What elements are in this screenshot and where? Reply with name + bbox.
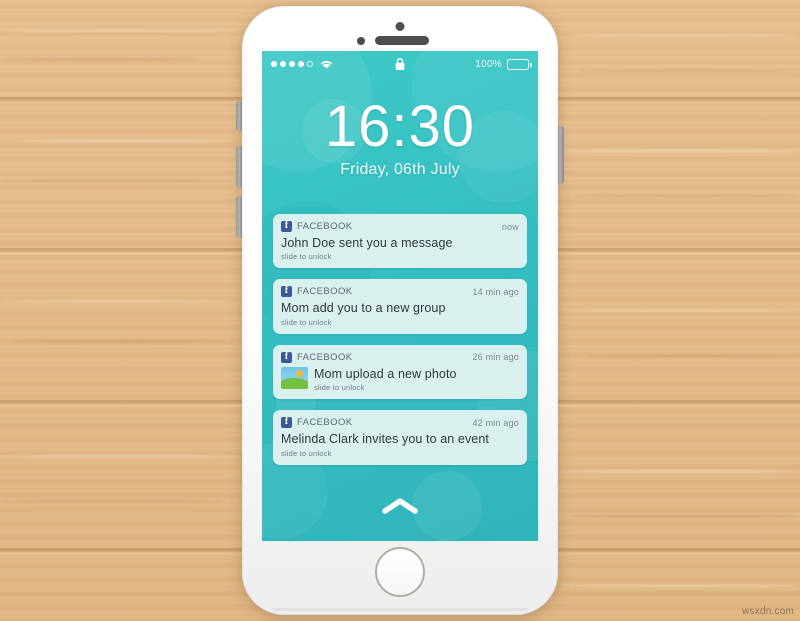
facebook-icon [281,351,292,363]
notification-header: FACEBOOK 14 min ago [281,285,519,298]
notification-body: Mom add you to a new group slide to unlo… [281,301,519,326]
signal-dot [289,61,295,67]
notification-list: FACEBOOK now John Doe sent you a message… [273,214,527,465]
notification-text: Melinda Clark invites you to an event sl… [281,432,489,457]
earpiece-speaker [375,36,429,45]
notification-message: Mom upload a new photo [314,366,457,381]
notification-header: FACEBOOK 42 min ago [281,416,519,429]
wood-grain [560,150,800,152]
notification-timestamp: 14 min ago [472,286,519,297]
notification-timestamp: 42 min ago [472,417,519,428]
wood-grain [575,195,800,197]
wood-grain [560,310,800,312]
signal-strength-icon [271,61,313,67]
lock-closed-icon [395,57,406,71]
notification-message: John Doe sent you a message [281,236,453,250]
notification-card[interactable]: FACEBOOK now John Doe sent you a message… [273,214,527,269]
signal-dot [271,61,277,67]
wood-grain [0,455,240,457]
status-bar: 100% [262,51,538,77]
notification-text: Mom upload a new photo slide to unlock [314,367,457,392]
notification-app-name: FACEBOOK [297,417,353,429]
signal-dot [280,61,286,67]
clock-date: Friday, 06th July [340,161,460,178]
slide-to-unlock-hint[interactable]: slide to unlock [281,449,489,458]
facebook-icon [281,416,292,429]
notification-body: Melinda Clark invites you to an event sl… [281,432,519,457]
clock-time: 16:30 [324,94,476,159]
wood-grain [560,470,800,472]
wood-grain [580,70,800,72]
notification-header: FACEBOOK 26 min ago [281,351,519,364]
wood-grain [0,500,225,502]
notification-message: Melinda Clark invites you to an event [281,432,489,447]
proximity-sensor-icon [357,37,365,45]
wood-grain [565,34,800,36]
notification-body: Mom upload a new photo slide to unlock [281,366,519,392]
slide-to-unlock-hint[interactable]: slide to unlock [281,252,453,261]
wood-grain [0,180,230,182]
notification-message: Mom add you to a new group [281,301,446,316]
wood-grain [10,340,225,342]
phone-bottom-lip [272,608,528,611]
notification-card[interactable]: FACEBOOK 14 min ago Mom add you to a new… [273,279,527,334]
facebook-icon [281,285,292,298]
wood-grain [560,585,800,587]
status-bar-right: 100% [475,58,532,70]
chevron-up-icon[interactable] [381,496,419,521]
phone-screen[interactable]: 100% 16:30 Friday, 06th July FACEBOOK [262,51,538,541]
slide-to-unlock-hint[interactable]: slide to unlock [281,318,446,327]
phone-body: 100% 16:30 Friday, 06th July FACEBOOK [242,6,558,615]
notification-app-name: FACEBOOK [297,221,353,232]
signal-dot [298,61,304,67]
sun-shape [296,369,303,377]
battery-full-icon [507,58,532,70]
smartphone-mockup: 100% 16:30 Friday, 06th July FACEBOOK [236,6,564,615]
home-button[interactable] [375,547,425,597]
notification-app-name: FACEBOOK [297,351,353,363]
wood-grain [0,30,240,32]
facebook-icon [281,220,292,232]
photo-thumbnail-icon [281,366,308,389]
hill-shape [281,377,308,389]
wood-grain [585,355,800,357]
notification-timestamp: 26 min ago [472,352,519,363]
signal-dot-empty [307,61,313,67]
lockscreen-clock: 16:30 Friday, 06th July [262,98,538,179]
wood-grain [570,515,800,517]
notification-header: FACEBOOK now [281,220,519,233]
notification-card[interactable]: FACEBOOK 26 min ago Mom upload a new pho… [273,344,527,400]
battery-percent-label: 100% [475,58,502,70]
wood-grain [0,58,200,60]
wood-grain [0,300,235,302]
notification-timestamp: now [501,221,519,232]
wifi-icon [319,58,334,70]
power-button[interactable] [557,126,564,184]
notification-text: John Doe sent you a message slide to unl… [281,236,453,261]
watermark: wsxdn.com [742,606,794,617]
wood-grain [20,140,230,142]
notification-app-name: FACEBOOK [297,286,353,298]
camera-icon [395,22,405,31]
slide-to-unlock-hint[interactable]: slide to unlock [314,383,457,392]
notification-card[interactable]: FACEBOOK 42 min ago Melinda Clark invite… [273,410,527,465]
notification-body: John Doe sent you a message slide to unl… [281,236,519,261]
wallpaper-bubble [412,471,482,541]
notification-text: Mom add you to a new group slide to unlo… [281,301,446,326]
